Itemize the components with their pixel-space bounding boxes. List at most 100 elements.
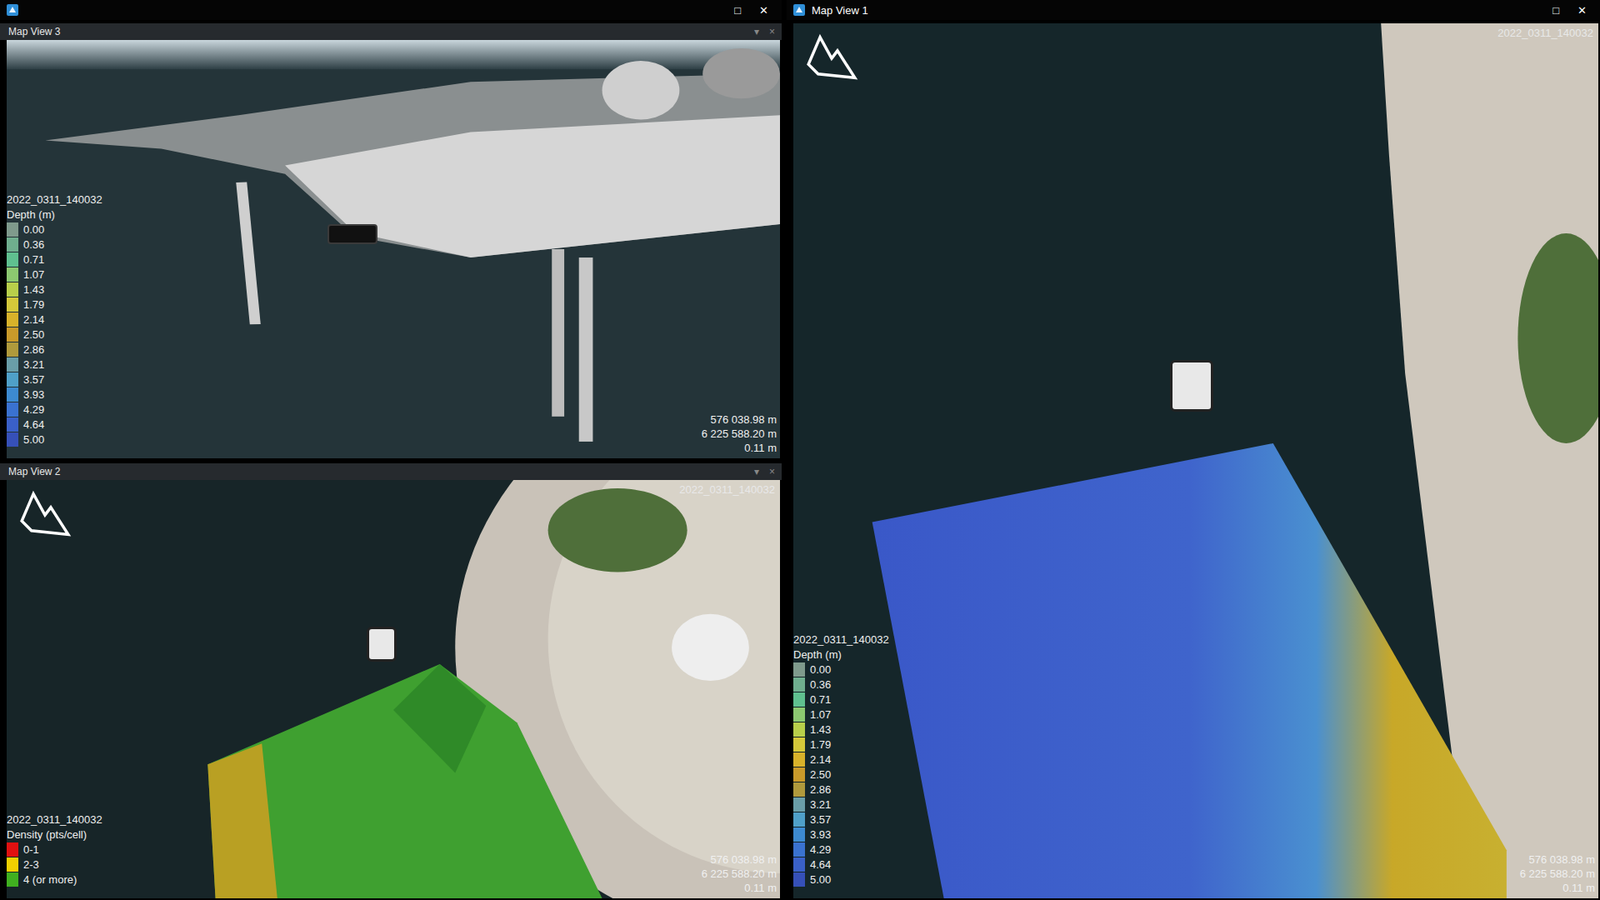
- coordinates: 576 038.98 m6 225 588.20 m0.11 m: [701, 412, 777, 455]
- legend-entry: 4.64: [6, 417, 103, 432]
- legend-swatch: [6, 432, 19, 447]
- coordinate-line: 0.11 m: [701, 880, 777, 895]
- legend-entry: 4.64: [793, 857, 890, 872]
- legend-entry: 4 (or more): [6, 872, 103, 887]
- legend-entry: 1.79: [6, 297, 103, 312]
- legend-label: 0.71: [23, 252, 45, 267]
- map-panel: Map View 2 ▾× 2022_0311_140032 2022_0311…: [0, 463, 782, 900]
- legend-entry: 2.14: [6, 312, 103, 327]
- panel-header: Map View 2 ▾×: [0, 463, 782, 480]
- legend-swatch: [6, 237, 19, 252]
- legend-swatch: [793, 707, 805, 722]
- legend-entry: 0.00: [793, 662, 890, 677]
- coordinates: 576 038.98 m6 225 588.20 m0.11 m: [1520, 852, 1595, 895]
- coordinate-line: 576 038.98 m: [1520, 852, 1595, 867]
- window-buttons: □✕: [734, 4, 775, 17]
- window-title: Map View 1: [811, 4, 1546, 17]
- legend-label: 4.64: [810, 857, 831, 872]
- legend-swatch: [6, 282, 19, 297]
- panel-title: Map View 3: [8, 25, 755, 38]
- legend-label: 0.36: [23, 237, 45, 252]
- panel-control[interactable]: ▾: [754, 25, 760, 38]
- app-window: □✕ Map View 3 ▾× 2022_0311_140032 Depth …: [0, 0, 782, 900]
- map-canvas[interactable]: 2022_0311_140032 2022_0311_140032 Depth …: [793, 23, 1599, 899]
- map-legend: 2022_0311_140032 Depth (m) 0.00 0.36 0.7…: [793, 632, 890, 887]
- window-button[interactable]: □: [1552, 4, 1560, 17]
- legend-swatch: [6, 857, 19, 872]
- legend-label: 0.71: [810, 692, 831, 707]
- legend-entry: 0.36: [793, 677, 890, 692]
- map-legend: 2022_0311_140032 Depth (m) 0.00 0.36 0.7…: [6, 192, 103, 447]
- boat-marker: [1170, 360, 1214, 412]
- legend-entry: 2.50: [793, 767, 890, 782]
- legend-label: 0.36: [810, 677, 831, 692]
- legend-label: 4.64: [23, 417, 45, 432]
- aerial-photo: [793, 23, 1599, 899]
- legend-entry: 0.71: [6, 252, 103, 267]
- legend-dataset: 2022_0311_140032: [6, 192, 103, 207]
- legend-label: 4.29: [23, 402, 45, 417]
- legend-entry: 0.00: [6, 222, 103, 237]
- map-panel: 2022_0311_140032 2022_0311_140032 Depth …: [786, 23, 1600, 900]
- legend-entry: 3.21: [793, 797, 890, 812]
- panel-header: Map View 3 ▾ ×: [0, 23, 782, 40]
- legend-swatch: [6, 842, 19, 857]
- legend-entry: 3.57: [6, 372, 103, 387]
- title-bar[interactable]: Map View 1 □ ✕: [786, 0, 1600, 20]
- legend-entry: 1.43: [793, 722, 890, 737]
- legend-swatch: [793, 722, 805, 737]
- boat-marker: [327, 224, 378, 245]
- map-canvas[interactable]: 2022_0311_140032 Depth (m) 0.00 0.36 0.7…: [6, 40, 780, 459]
- dataset-tag: 2022_0311_140032: [679, 483, 775, 496]
- window-button[interactable]: ✕: [1577, 4, 1587, 17]
- app-window: Map View 1 □ ✕ 2022_0311_140032 2022_0311…: [786, 0, 1600, 900]
- legend-entry: 1.07: [6, 267, 103, 282]
- legend-label: 2.50: [23, 327, 45, 342]
- panel-control[interactable]: ▾: [754, 465, 760, 478]
- coordinate-line: 6 225 588.20 m: [1520, 866, 1595, 881]
- coordinate-line: 6 225 588.20 m: [701, 866, 777, 881]
- legend-label: 1.07: [23, 267, 45, 282]
- legend-swatch: [6, 417, 19, 432]
- dataset-tag: 2022_0311_140032: [1497, 26, 1594, 40]
- panel-control[interactable]: ×: [769, 465, 775, 478]
- window-button[interactable]: ✕: [759, 4, 769, 17]
- legend-entry: 5.00: [793, 872, 890, 887]
- legend-label: 2-3: [23, 857, 40, 872]
- legend-entry: 0.36: [6, 237, 103, 252]
- legend-swatch: [793, 872, 805, 887]
- legend-label: 3.21: [810, 797, 831, 812]
- app-icon: [6, 4, 19, 16]
- legend-label: 3.57: [810, 812, 831, 827]
- legend-label: 0.00: [23, 222, 45, 237]
- legend-swatch: [6, 372, 19, 387]
- map-legend: 2022_0311_140032 Density (pts/cell) 0-1 …: [6, 812, 103, 887]
- panel-controls: ▾×: [754, 465, 775, 478]
- legend-swatch: [6, 312, 19, 327]
- coordinates: 576 038.98 m6 225 588.20 m0.11 m: [701, 852, 777, 895]
- coordinate-line: 6 225 588.20 m: [701, 426, 777, 441]
- legend-swatch: [6, 387, 19, 402]
- legend-entry: 3.93: [6, 387, 103, 402]
- legend-swatch: [6, 402, 19, 417]
- legend-dataset: 2022_0311_140032: [793, 632, 890, 647]
- legend-swatch: [6, 327, 19, 342]
- legend-entry: 4.29: [793, 842, 890, 857]
- app-icon: [793, 4, 805, 16]
- title-bar[interactable]: □✕: [0, 0, 782, 20]
- legend-swatch: [6, 872, 19, 887]
- legend-swatch: [793, 767, 805, 782]
- panel-control[interactable]: ×: [769, 25, 775, 38]
- legend-entry: 1.79: [793, 737, 890, 752]
- legend-label: 5.00: [810, 872, 831, 887]
- legend-swatch: [793, 782, 805, 797]
- legend-swatch: [793, 842, 805, 857]
- legend-label: 4.29: [810, 842, 831, 857]
- legend-title: Depth (m): [793, 647, 890, 662]
- legend-label: 1.79: [810, 737, 831, 752]
- legend-label: 2.14: [810, 752, 831, 767]
- window-button[interactable]: □: [734, 4, 741, 17]
- legend-label: 3.57: [23, 372, 45, 387]
- legend-entry: 2-3: [6, 857, 103, 872]
- map-canvas[interactable]: 2022_0311_140032 2022_0311_140032 Densit…: [6, 480, 780, 899]
